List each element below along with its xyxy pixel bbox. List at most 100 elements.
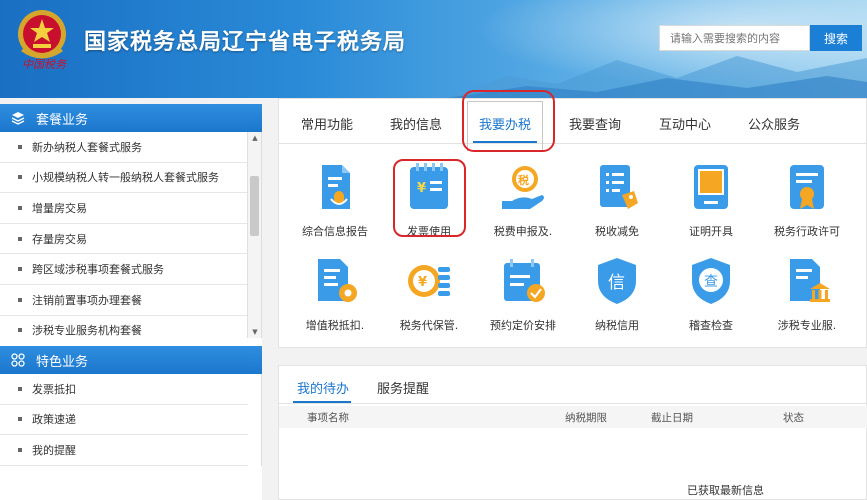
- func-admin-permit[interactable]: 税务行政许可: [759, 161, 855, 239]
- column-header-deadline: 截止日期: [651, 412, 693, 424]
- func-vat-deduction[interactable]: 增值税抵扣.: [287, 255, 383, 333]
- sidebar-header-label: 套餐业务: [36, 112, 89, 128]
- active-todo-underline: [293, 401, 351, 403]
- func-pricing-arrangement[interactable]: 预约定价安排: [475, 255, 571, 333]
- sidebar: 套餐业务 新办纳税人套餐式服务 小规模纳税人转一般纳税人套餐式服务 增量房交易 …: [0, 104, 262, 500]
- tab-public-service[interactable]: 公众服务: [748, 114, 800, 133]
- layers-icon: [10, 110, 26, 126]
- func-label: 税务代保管.: [399, 319, 459, 332]
- todo-table-header: 事项名称 纳税期限 截止日期 状态: [279, 406, 867, 428]
- tab-service-reminder[interactable]: 服务提醒: [377, 378, 429, 397]
- bullet: [18, 175, 22, 180]
- admin-permit-ribbon-icon: [790, 165, 824, 209]
- list-item-label: 新办纳税人套餐式服务: [32, 140, 142, 154]
- todo-panel: 我的待办 服务提醒 事项名称 纳税期限 截止日期 状态 已获取最新信息: [278, 365, 867, 500]
- todo-tabs: 我的待办 服务提醒: [279, 366, 866, 404]
- func-label: 涉税专业服.: [777, 319, 837, 332]
- china-tax-logo-text: 中国税务: [22, 58, 66, 71]
- sidebar-header-package[interactable]: 套餐业务: [0, 104, 262, 132]
- empty-state-message: 已获取最新信息: [687, 484, 764, 497]
- main-tabs: 常用功能 我的信息 我要办税 我要查询 互动中心 公众服务: [279, 90, 867, 152]
- package-item-small-to-general[interactable]: 小规模纳税人转一般纳税人套餐式服务: [0, 163, 248, 194]
- search-button[interactable]: 搜索: [810, 25, 862, 51]
- func-tax-declaration[interactable]: 税 税费申报及.: [475, 161, 571, 239]
- list-item-label: 注销前置事项办理套餐: [32, 293, 142, 307]
- page: 中国税务 国家税务总局辽宁省电子税务局 搜索 套餐业务 新办纳税人套餐式服务 小…: [0, 0, 867, 500]
- list-item-label: 增量房交易: [32, 201, 87, 215]
- special-item-invoice-deduction[interactable]: 发票抵扣: [0, 374, 248, 405]
- column-header-status: 状态: [783, 412, 804, 424]
- func-tax-credit[interactable]: 信 纳税信用: [569, 255, 665, 333]
- func-label: 纳税信用: [595, 319, 639, 332]
- tab-interaction-center[interactable]: 互动中心: [659, 114, 711, 133]
- package-item-professional-service[interactable]: 涉税专业服务机构套餐: [0, 316, 248, 338]
- column-header-item-name: 事项名称: [307, 412, 349, 424]
- bullet: [18, 267, 22, 272]
- func-label: 增值税抵扣.: [305, 319, 365, 332]
- tab-common-functions[interactable]: 常用功能: [301, 114, 353, 133]
- bullet: [18, 447, 22, 452]
- tax-custody-coin-icon: ¥: [408, 265, 450, 297]
- svg-text:¥: ¥: [418, 275, 427, 290]
- package-item-deregistration[interactable]: 注销前置事项办理套餐: [0, 285, 248, 316]
- special-item-my-reminders[interactable]: 我的提醒: [0, 435, 248, 466]
- func-label: 税收减免: [595, 225, 639, 238]
- sidebar-scrollbar[interactable]: ▲ ▼: [247, 132, 261, 338]
- scroll-up-icon[interactable]: ▲: [248, 132, 261, 144]
- svg-text:信: 信: [608, 273, 625, 293]
- list-item-label: 跨区域涉税事项套餐式服务: [32, 263, 164, 277]
- sidebar-header-special[interactable]: 特色业务: [0, 346, 262, 374]
- list-item-label: 发票抵扣: [32, 382, 76, 396]
- func-tax-custody[interactable]: ¥ 税务代保管.: [381, 255, 477, 333]
- special-list: 发票抵扣 政策速递 我的提醒: [0, 374, 262, 466]
- package-list: 新办纳税人套餐式服务 小规模纳税人转一般纳税人套餐式服务 增量房交易 存量房交易…: [0, 132, 262, 338]
- header-banner: 中国税务 国家税务总局辽宁省电子税务局 搜索: [0, 0, 867, 98]
- bullet: [18, 417, 22, 422]
- tab-query[interactable]: 我要查询: [569, 114, 621, 133]
- bullet: [18, 144, 22, 149]
- scroll-thumb[interactable]: [250, 176, 259, 236]
- tax-relief-tag-icon: [600, 165, 638, 209]
- inspection-shield-icon: 查: [692, 258, 730, 304]
- function-panel: 常用功能 我的信息 我要办税 我要查询 互动中心 公众服务 综合信息报告 ¥ 发…: [278, 90, 867, 348]
- tab-my-info[interactable]: 我的信息: [390, 114, 442, 133]
- svg-text:查: 查: [704, 274, 718, 290]
- list-item-label: 涉税专业服务机构套餐: [32, 324, 142, 338]
- package-item-new-taxpayer[interactable]: 新办纳税人套餐式服务: [0, 132, 248, 163]
- bullet: [18, 297, 22, 302]
- list-item-label: 政策速递: [32, 413, 76, 427]
- func-label: 税费申报及.: [493, 225, 553, 238]
- site-title: 国家税务总局辽宁省电子税务局: [84, 30, 407, 55]
- grid-icon: [10, 352, 26, 368]
- func-label: 税务行政许可: [774, 225, 840, 238]
- list-item-label: 存量房交易: [32, 232, 87, 246]
- func-comprehensive-report[interactable]: 综合信息报告: [287, 161, 383, 239]
- tab-my-todo[interactable]: 我的待办: [297, 378, 349, 397]
- professional-service-bank-icon: [790, 259, 830, 302]
- tax-declare-hand-icon: 税: [502, 166, 544, 209]
- highlight-circle: [393, 159, 466, 237]
- vat-deduct-gear-icon: [318, 259, 357, 302]
- func-tax-relief[interactable]: 税收减免: [569, 161, 665, 239]
- package-item-cross-region[interactable]: 跨区域涉税事项套餐式服务: [0, 254, 248, 285]
- list-item-label: 小规模纳税人转一般纳税人套餐式服务: [32, 171, 219, 185]
- scroll-down-icon[interactable]: ▼: [248, 326, 261, 338]
- func-label: 证明开具: [689, 225, 733, 238]
- func-certificate[interactable]: 证明开具: [663, 161, 759, 239]
- report-mic-icon: [322, 165, 350, 209]
- package-item-incremental-housing[interactable]: 增量房交易: [0, 193, 248, 224]
- search-input[interactable]: [659, 25, 810, 51]
- func-label: 预约定价安排: [490, 319, 556, 332]
- package-item-existing-housing[interactable]: 存量房交易: [0, 224, 248, 255]
- func-professional-service[interactable]: 涉税专业服.: [759, 255, 855, 333]
- pricing-calendar-check-icon: [504, 259, 545, 302]
- func-inspection[interactable]: 查 稽查检查: [663, 255, 759, 333]
- list-item-label: 我的提醒: [32, 443, 76, 457]
- func-label: 稽查检查: [689, 319, 733, 332]
- certificate-icon: [694, 165, 728, 209]
- highlight-circle: [462, 90, 555, 152]
- column-header-tax-period: 纳税期限: [565, 412, 607, 424]
- bullet: [18, 328, 22, 333]
- special-item-policy-express[interactable]: 政策速递: [0, 405, 248, 436]
- bullet: [18, 205, 22, 210]
